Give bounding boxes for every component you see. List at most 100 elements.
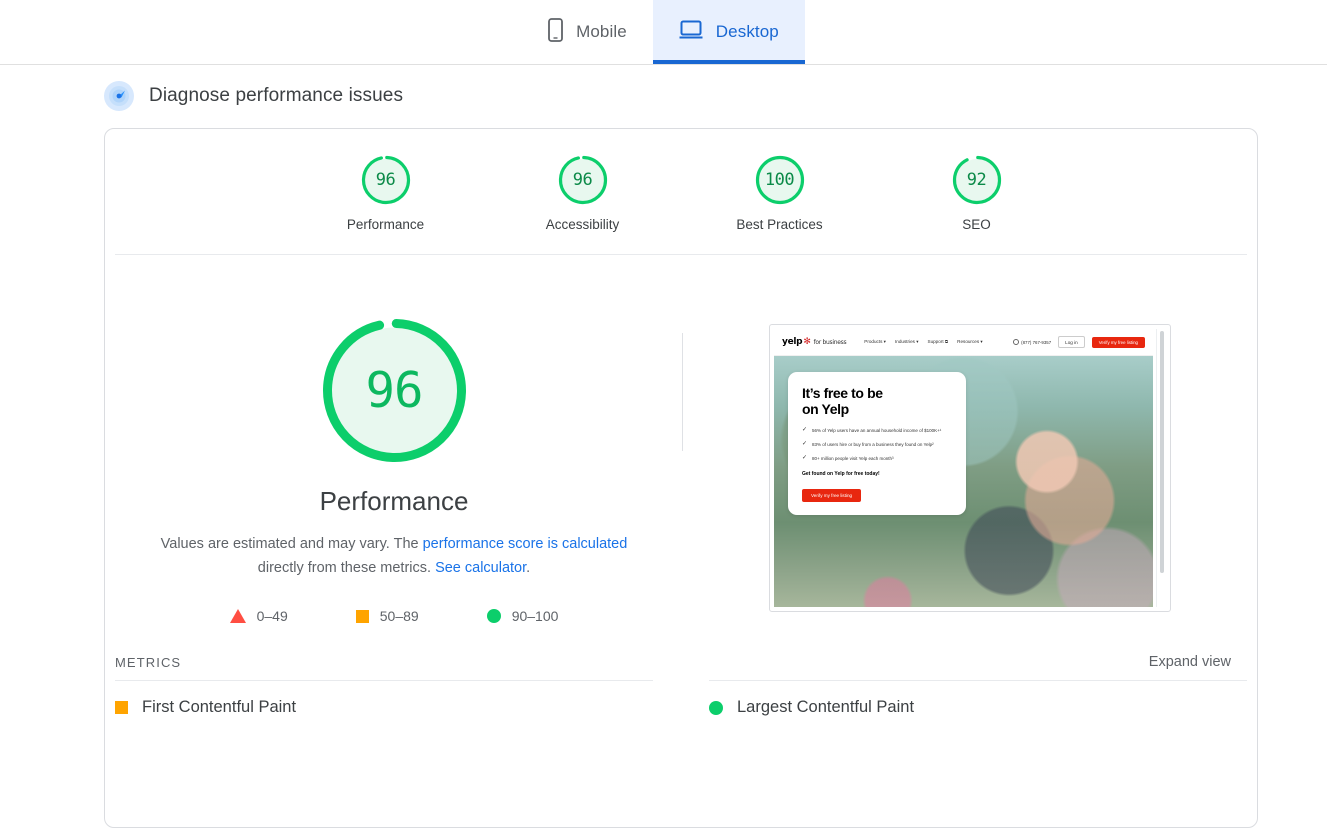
circle-icon <box>487 609 501 623</box>
tab-desktop-label: Desktop <box>716 22 779 42</box>
yelp-hero-bullet: ✓ 80+ million people visit Yelp each mon… <box>802 455 953 462</box>
performance-summary: 96 Performance Values are estimated and … <box>105 255 1257 624</box>
yelp-hero-cta-text: Get found on Yelp for free today! <box>802 471 953 477</box>
tab-desktop[interactable]: Desktop <box>653 0 805 64</box>
see-calculator-link[interactable]: See calculator <box>435 560 526 576</box>
score-chip-performance[interactable]: 96 Performance <box>332 153 440 232</box>
yelp-hero-bullet: ✓ 83% of users hire or buy from a busine… <box>802 441 953 448</box>
legend-label: 50–89 <box>380 608 419 624</box>
performance-gauge: 96 <box>319 315 470 466</box>
category-score-chips: 96 Performance 96 Accessibility 100 <box>115 129 1247 255</box>
metric-name: Largest Contentful Paint <box>737 698 914 717</box>
legend-item-good: 90–100 <box>487 608 559 624</box>
performance-description: Values are estimated and may vary. The p… <box>157 532 631 580</box>
check-icon: ✓ <box>802 427 807 434</box>
score-legend: 0–49 50–89 90–100 <box>230 608 559 624</box>
yelp-hero-verify-button[interactable]: Verify my free listing <box>802 489 861 502</box>
yelp-logo: yelp✻ for business <box>782 337 846 347</box>
yelp-phone-number: (877) 767-9357 <box>1021 340 1051 345</box>
metric-first-contentful-paint[interactable]: First Contentful Paint <box>115 698 653 717</box>
yelp-hero: It’s free to be on Yelp ✓ 56% of Yelp us… <box>774 356 1153 607</box>
yelp-nav-right: (877) 767-9357 Log in Verify my free lis… <box>1013 336 1145 348</box>
yelp-hero-card: It’s free to be on Yelp ✓ 56% of Yelp us… <box>788 372 966 515</box>
metrics-column-right: Largest Contentful Paint <box>709 680 1247 717</box>
yelp-navbar: yelp✻ for business Products ▾ Industries … <box>774 329 1153 356</box>
legend-label: 0–49 <box>257 608 288 624</box>
metric-largest-contentful-paint[interactable]: Largest Contentful Paint <box>709 698 1247 717</box>
square-icon <box>115 701 128 714</box>
metrics-column-rule: Largest Contentful Paint <box>709 680 1247 717</box>
report-card: 96 Performance 96 Accessibility 100 <box>104 128 1258 828</box>
desc-text-3: . <box>526 560 530 576</box>
device-tab-bar: Mobile Desktop <box>0 0 1327 65</box>
diagnose-header: Diagnose performance issues <box>0 65 1327 111</box>
metrics-header: METRICS Expand view <box>105 624 1257 680</box>
yelp-burst-icon: ✻ <box>803 338 810 347</box>
lighthouse-gauge-icon <box>104 81 134 111</box>
globe-icon <box>1013 339 1019 345</box>
metrics-column-rule: First Contentful Paint <box>115 680 653 717</box>
yelp-login-button[interactable]: Log in <box>1058 336 1085 348</box>
yelp-for-business-label: for business <box>814 339 847 346</box>
yelp-phone: (877) 767-9357 <box>1013 339 1051 345</box>
yelp-nav-products[interactable]: Products ▾ <box>864 339 886 345</box>
metrics-section-label: METRICS <box>115 655 181 670</box>
score-label: Accessibility <box>529 217 637 232</box>
yelp-hero-heading: It’s free to be on Yelp <box>802 385 953 417</box>
check-icon: ✓ <box>802 455 807 462</box>
score-chip-best-practices[interactable]: 100 Best Practices <box>726 153 834 232</box>
metric-name: First Contentful Paint <box>142 698 296 717</box>
expand-view-button[interactable]: Expand view <box>1149 654 1231 670</box>
yelp-bullet-text: 56% of Yelp users have an annual househo… <box>812 427 941 434</box>
yelp-verify-listing-button[interactable]: Verify my free listing <box>1092 337 1145 348</box>
score-value: 92 <box>950 153 1004 207</box>
page-screenshot-column: yelp✻ for business Products ▾ Industries … <box>683 315 1257 624</box>
performance-gauge-column: 96 Performance Values are estimated and … <box>105 315 683 624</box>
screenshot-scrollbar[interactable] <box>1156 329 1166 607</box>
triangle-icon <box>230 609 246 623</box>
legend-label: 90–100 <box>512 608 559 624</box>
score-label: Best Practices <box>726 217 834 232</box>
score-ring: 100 <box>753 153 807 207</box>
legend-item-poor: 0–49 <box>230 608 288 624</box>
circle-icon <box>709 701 723 715</box>
score-label: Performance <box>332 217 440 232</box>
square-icon <box>356 610 369 623</box>
performance-score-calculated-link[interactable]: performance score is calculated <box>423 536 628 552</box>
tab-mobile[interactable]: Mobile <box>522 0 653 64</box>
page-title: Diagnose performance issues <box>149 85 403 107</box>
yelp-hero-heading-line1: It’s free to be <box>802 385 953 401</box>
score-chip-seo[interactable]: 92 SEO <box>923 153 1031 232</box>
yelp-nav-resources[interactable]: Resources ▾ <box>957 339 983 345</box>
yelp-nav-support[interactable]: Support ⧉ <box>928 339 949 345</box>
metrics-grid: First Contentful Paint Largest Contentfu… <box>105 680 1257 717</box>
score-ring: 96 <box>359 153 413 207</box>
yelp-nav-industries[interactable]: Industries ▾ <box>895 339 919 345</box>
yelp-nav-links: Products ▾ Industries ▾ Support ⧉ Resour… <box>864 339 982 345</box>
score-value: 100 <box>753 153 807 207</box>
yelp-bullet-text: 83% of users hire or buy from a business… <box>812 441 934 448</box>
metrics-column-left: First Contentful Paint <box>115 680 653 717</box>
score-value: 96 <box>359 153 413 207</box>
score-label: SEO <box>923 217 1031 232</box>
monitor-icon <box>679 20 703 45</box>
desc-text-1: Values are estimated and may vary. The <box>161 536 423 552</box>
check-icon: ✓ <box>802 441 807 448</box>
screenshot-viewport: yelp✻ for business Products ▾ Industries … <box>774 329 1153 607</box>
legend-item-average: 50–89 <box>356 608 419 624</box>
yelp-hero-bullet: ✓ 56% of Yelp users have an annual house… <box>802 427 953 434</box>
score-ring: 92 <box>950 153 1004 207</box>
phone-icon <box>548 18 563 47</box>
yelp-bullet-text: 80+ million people visit Yelp each month… <box>812 455 893 462</box>
score-value: 96 <box>556 153 610 207</box>
performance-title: Performance <box>320 486 469 517</box>
performance-score-value: 96 <box>319 315 470 466</box>
yelp-hero-heading-line2: on Yelp <box>802 401 953 417</box>
yelp-wordmark: yelp <box>782 337 802 347</box>
page-screenshot[interactable]: yelp✻ for business Products ▾ Industries … <box>769 324 1171 612</box>
score-ring: 96 <box>556 153 610 207</box>
tab-mobile-label: Mobile <box>576 22 627 42</box>
desc-text-2: directly from these metrics. <box>258 560 435 576</box>
vertical-divider <box>682 333 683 451</box>
score-chip-accessibility[interactable]: 96 Accessibility <box>529 153 637 232</box>
